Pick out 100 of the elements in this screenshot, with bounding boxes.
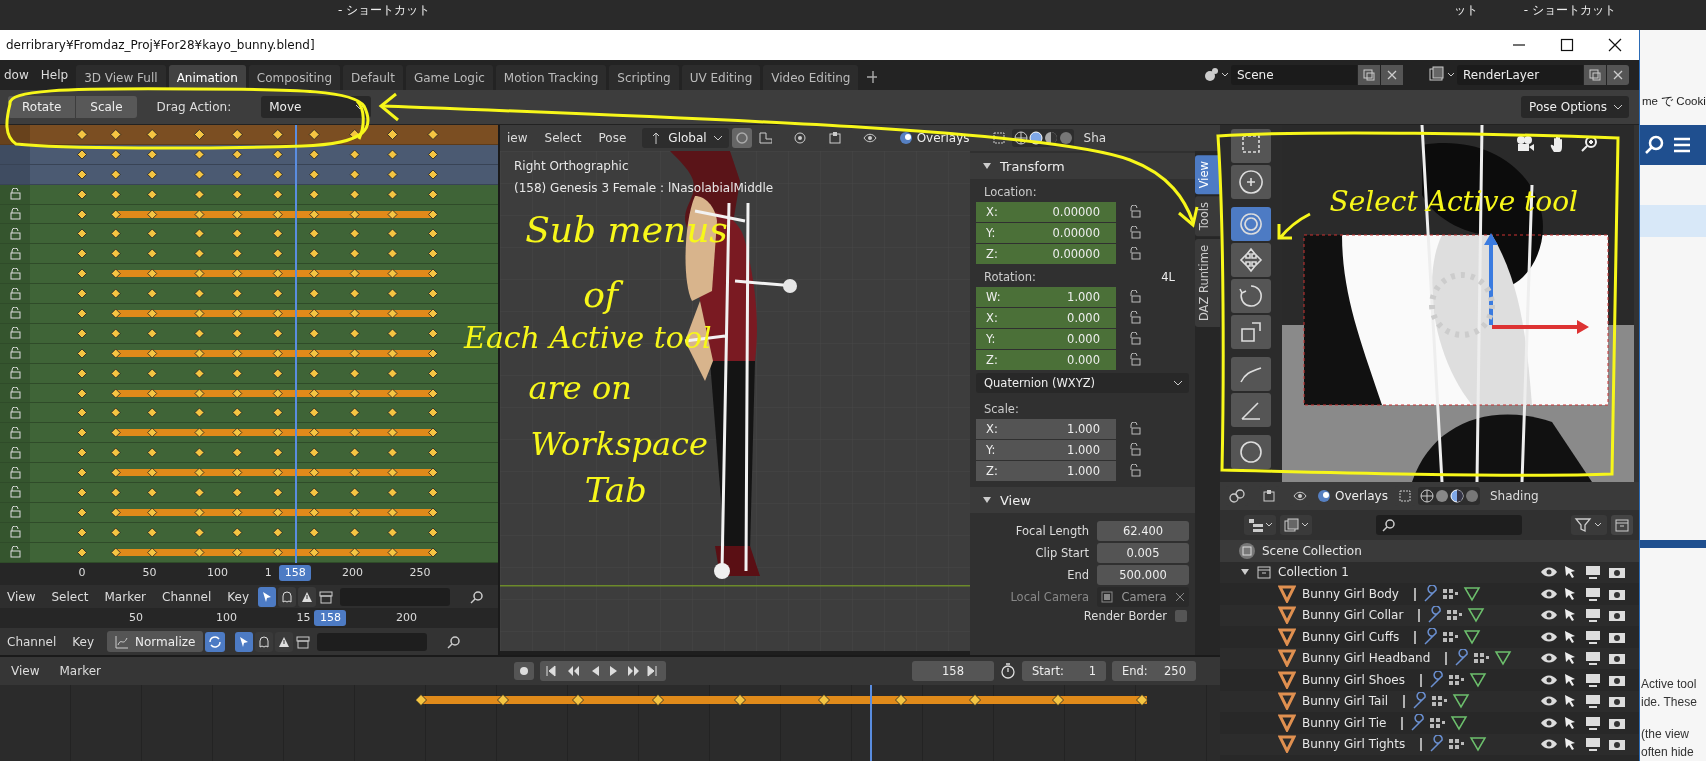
lock-icon[interactable]	[9, 287, 21, 300]
number-field[interactable]: 62.400	[1097, 520, 1189, 541]
number-field[interactable]: Y: 0.000	[976, 329, 1116, 349]
menu-item[interactable]: Pose	[591, 131, 634, 145]
number-field[interactable]: X: 0.00000	[976, 202, 1116, 222]
outliner-row[interactable]: Bunny Girl Headband	[1220, 647, 1639, 669]
menu-item[interactable]: Select	[44, 589, 96, 604]
rotation-mode-dropdown[interactable]: Quaternion (WXYZ)	[976, 373, 1189, 393]
lock-icon[interactable]	[9, 208, 21, 220]
tool-button[interactable]	[1231, 315, 1271, 349]
channel-row[interactable]	[0, 204, 498, 225]
number-field[interactable]: Z: 0.000	[976, 350, 1116, 370]
visibility-icons[interactable]	[1539, 628, 1627, 645]
ghost-icon[interactable]	[255, 631, 274, 652]
lock-icon[interactable]	[1128, 311, 1142, 325]
filter-icon[interactable]	[1571, 515, 1607, 535]
number-field[interactable]: X: 0.000	[976, 308, 1116, 328]
lock-icon[interactable]	[9, 506, 21, 519]
lock-icon[interactable]	[1128, 226, 1142, 240]
shading-buttons[interactable]	[1417, 487, 1480, 505]
close-button[interactable]	[1381, 65, 1403, 85]
normalize-button[interactable]: Normalize	[107, 631, 204, 652]
lock-icon[interactable]	[9, 526, 21, 539]
panel-header[interactable]: Transform	[970, 153, 1195, 179]
display-mode-icon[interactable]	[1244, 515, 1276, 535]
menu-item[interactable]: Help	[36, 68, 77, 82]
copy-button[interactable]	[1358, 65, 1380, 85]
visibility-icons[interactable]	[1539, 585, 1627, 602]
drag-action-dropdown[interactable]: Move	[261, 96, 372, 118]
lock-icon[interactable]	[9, 307, 21, 320]
lock-icon[interactable]	[9, 406, 21, 419]
channel-row[interactable]	[0, 383, 498, 404]
lock-icon[interactable]	[9, 327, 21, 340]
start-frame-field[interactable]: Start: 1	[1022, 661, 1106, 681]
lock-icon[interactable]	[9, 486, 21, 499]
modifier-icons[interactable]	[1418, 670, 1489, 689]
lock-icon[interactable]	[9, 188, 21, 201]
channel-row[interactable]	[0, 403, 498, 424]
outliner-row[interactable]: Collection 1	[1220, 561, 1639, 583]
lock-icon[interactable]	[9, 247, 21, 260]
menu-item[interactable]: Marker	[97, 589, 153, 604]
shading-label[interactable]: Shading	[1482, 489, 1546, 503]
menu-item[interactable]: iew	[500, 131, 535, 145]
current-frame-badge[interactable]: 158	[279, 565, 312, 581]
channel-row[interactable]	[0, 304, 498, 324]
lock-icon[interactable]	[1128, 247, 1142, 261]
warning-icon[interactable]	[298, 586, 317, 607]
lock-icon[interactable]	[9, 267, 21, 280]
playback-controls[interactable]	[540, 661, 666, 681]
search-icon[interactable]	[1644, 134, 1666, 156]
lock-icon[interactable]	[1128, 422, 1142, 436]
lock-icon[interactable]	[1128, 290, 1142, 304]
channel-row[interactable]	[0, 542, 498, 563]
workspace-tab[interactable]: Compositing	[248, 65, 341, 90]
visibility-icons[interactable]	[1539, 650, 1627, 667]
checkbox[interactable]	[1175, 610, 1187, 622]
tool-button[interactable]: Scale	[76, 96, 137, 118]
channel-row[interactable]	[0, 502, 498, 523]
tool-button[interactable]	[1231, 243, 1271, 277]
channel-row[interactable]	[0, 125, 498, 145]
pointer-icon[interactable]	[258, 586, 277, 607]
channel-row[interactable]	[0, 164, 498, 185]
lock-icon[interactable]	[1128, 353, 1142, 367]
record-button[interactable]	[514, 662, 534, 680]
close-button[interactable]	[1607, 65, 1629, 85]
visibility-icons[interactable]	[1539, 714, 1627, 731]
outliner-row[interactable]: Scene Collection	[1220, 540, 1639, 562]
pivot-icon[interactable]	[731, 128, 752, 148]
workspace-tab[interactable]: Video Editing	[763, 65, 859, 90]
search-field[interactable]	[1376, 515, 1522, 535]
number-field[interactable]: Y: 1.000	[976, 440, 1116, 460]
outliner-row[interactable]: Bunny Girl Body	[1220, 583, 1639, 605]
end-frame-field[interactable]: End: 250	[1112, 661, 1196, 681]
lock-icon[interactable]	[1128, 443, 1142, 457]
lock-icon[interactable]	[9, 347, 21, 360]
copy-button[interactable]	[1584, 65, 1606, 85]
filter-icon[interactable]	[295, 634, 312, 649]
current-frame-field[interactable]: 158	[912, 661, 994, 681]
outliner-row[interactable]: Bunny Girl Collar	[1220, 604, 1639, 626]
workspace-tab[interactable]: UV Editing	[681, 65, 761, 90]
tool-button[interactable]	[1231, 435, 1271, 469]
lock-icon[interactable]	[1128, 205, 1142, 219]
channel-row[interactable]	[0, 463, 498, 484]
channel-row[interactable]	[0, 264, 498, 285]
visibility-icons[interactable]	[1539, 736, 1627, 753]
lock-icon[interactable]	[1128, 332, 1142, 346]
tool-button[interactable]	[1231, 393, 1271, 427]
channel-row[interactable]	[0, 184, 498, 205]
image-icon[interactable]	[1280, 515, 1312, 535]
number-field[interactable]: Z: 0.00000	[976, 244, 1116, 264]
workspace-tab[interactable]: Motion Tracking	[495, 65, 607, 90]
menu-item[interactable]: Marker	[52, 664, 108, 678]
menu-item[interactable]: Channel	[0, 634, 64, 649]
lock-icon[interactable]	[9, 426, 21, 439]
workspace-tab[interactable]: Default	[343, 65, 403, 90]
menu-item[interactable]: dow	[0, 68, 37, 82]
channel-row[interactable]	[0, 363, 498, 384]
camera-icon[interactable]	[1515, 135, 1535, 153]
sidebar-tab[interactable]: View	[1195, 155, 1220, 195]
lock-icon[interactable]	[9, 227, 21, 240]
